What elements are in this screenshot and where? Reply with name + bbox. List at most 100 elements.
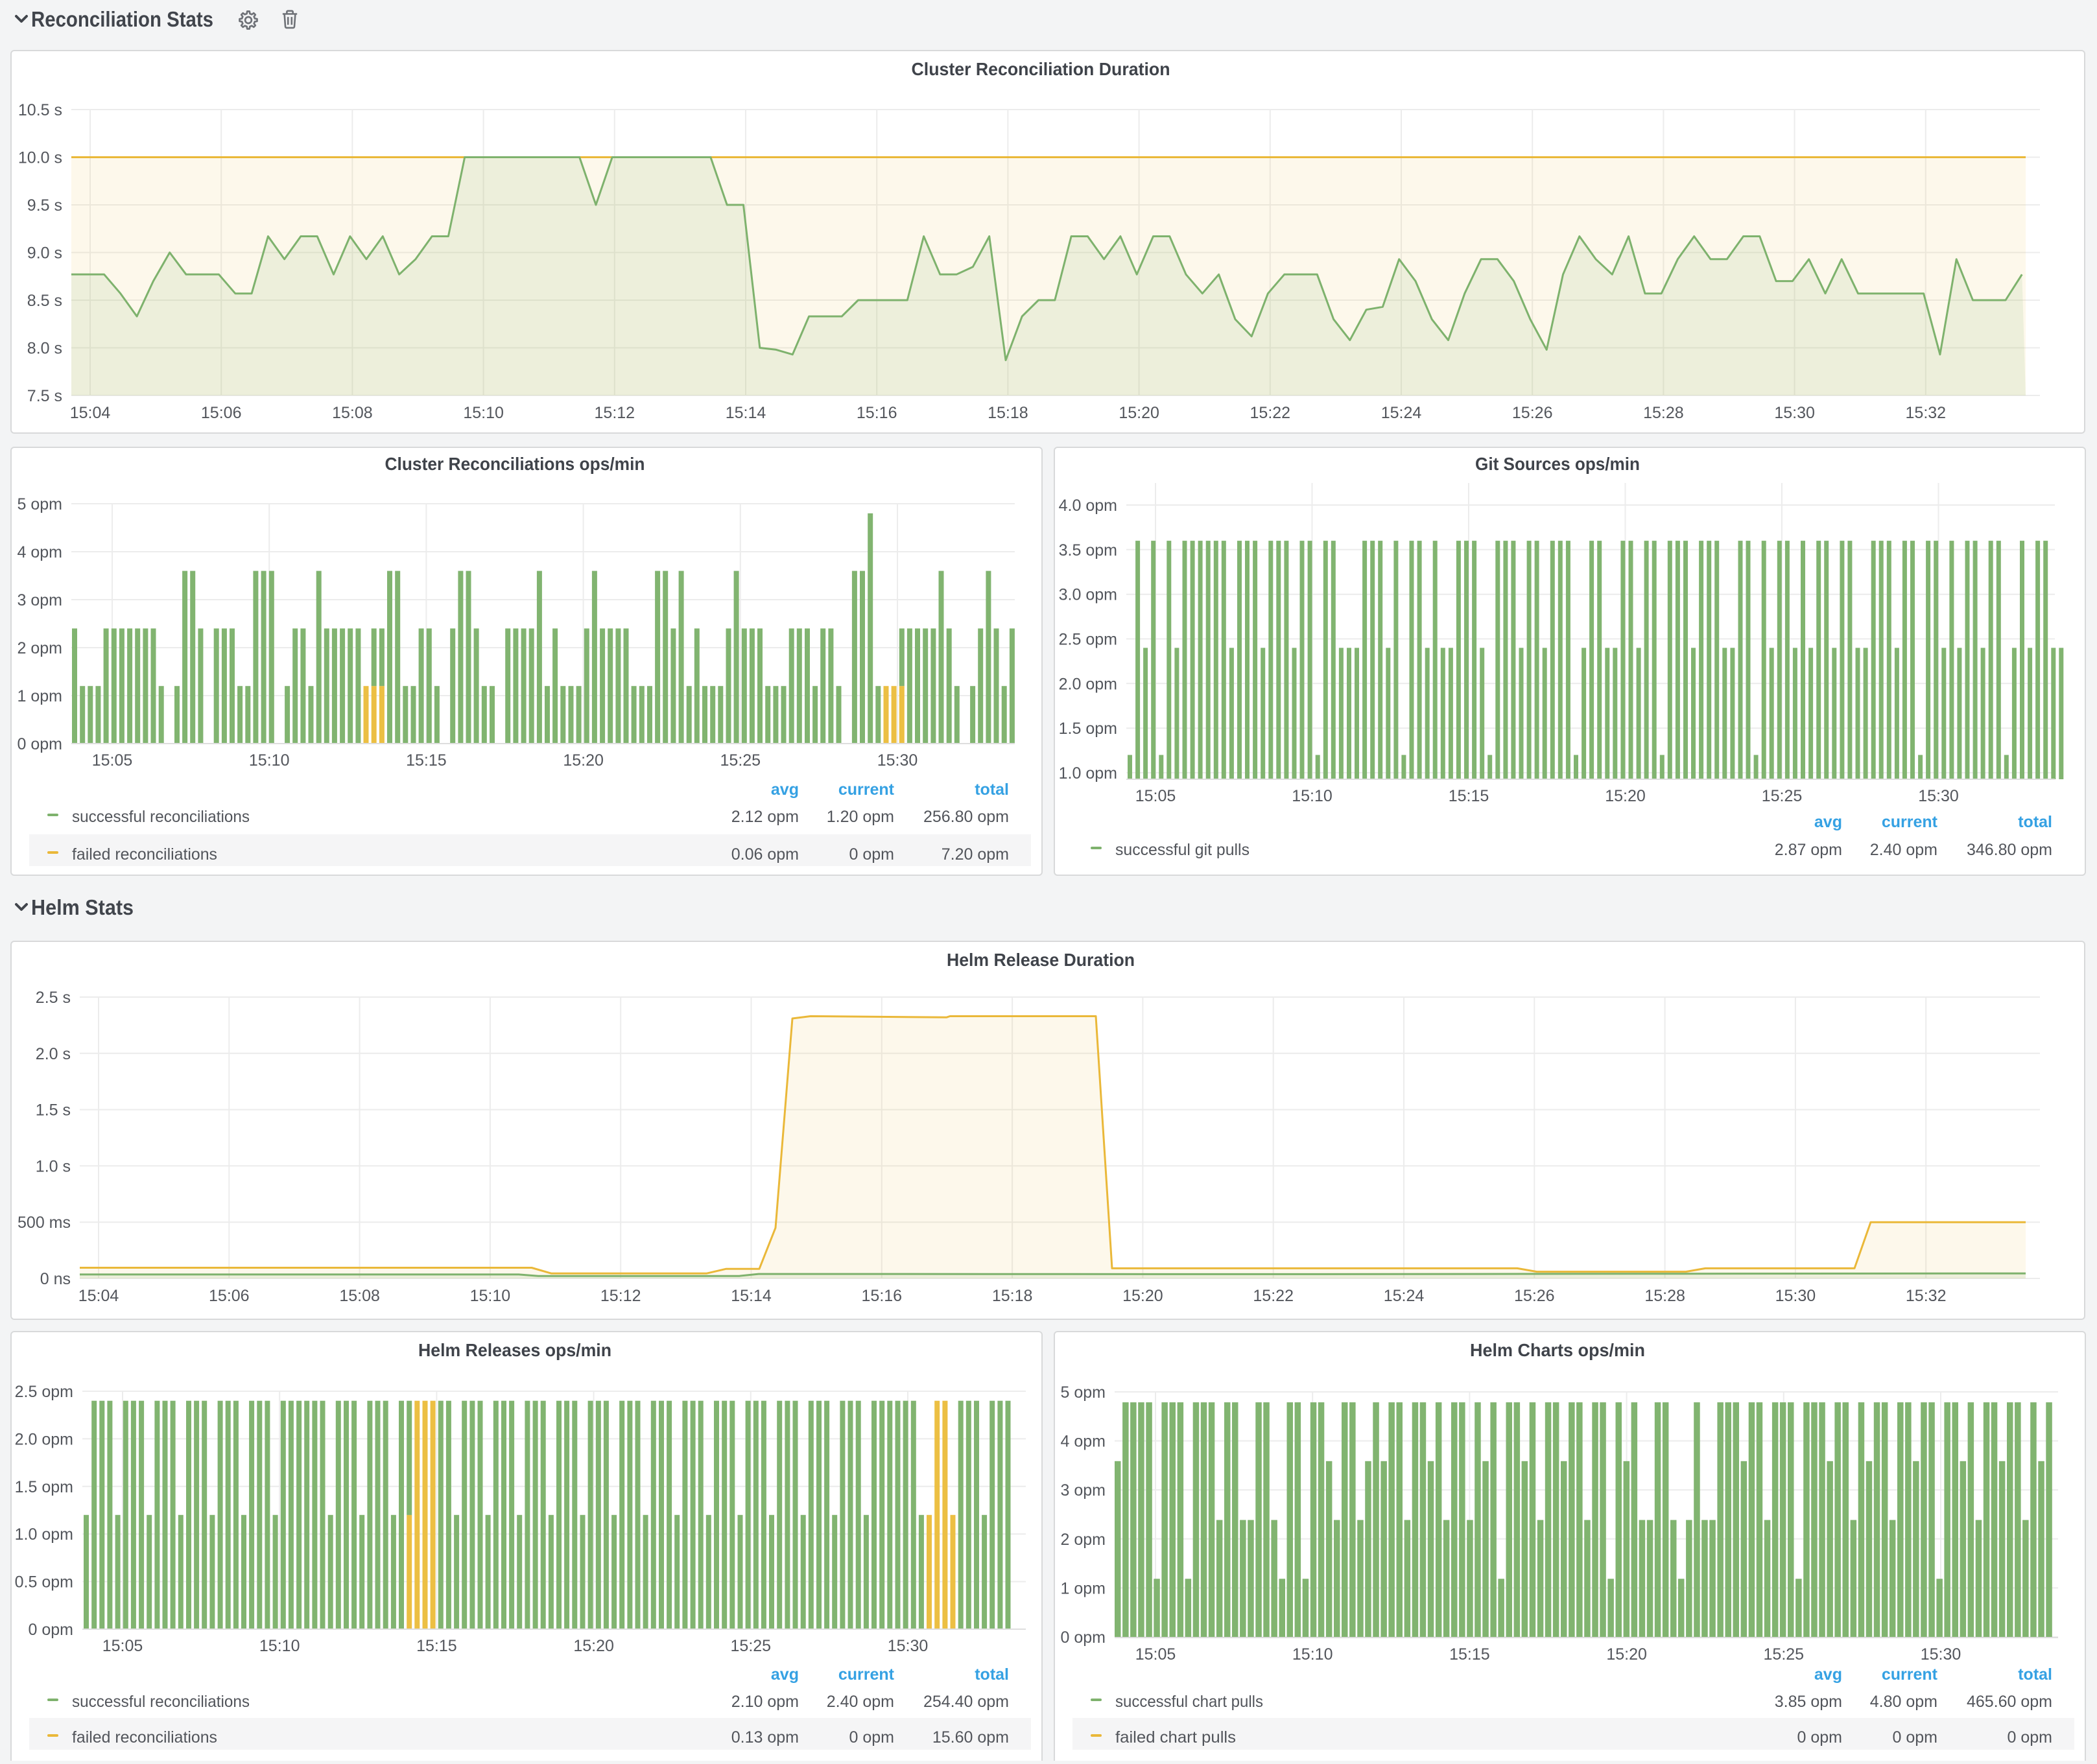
svg-text:15:14: 15:14 [731, 1287, 772, 1305]
svg-text:500 ms: 500 ms [18, 1214, 71, 1232]
svg-text:15:30: 15:30 [888, 1637, 929, 1655]
svg-text:total: total [2018, 813, 2052, 831]
svg-text:15:20: 15:20 [1606, 1645, 1647, 1664]
svg-text:15:12: 15:12 [595, 404, 635, 422]
svg-text:2.40 opm: 2.40 opm [1870, 841, 1937, 859]
svg-text:0 opm: 0 opm [849, 1728, 894, 1746]
svg-text:15:25: 15:25 [1762, 787, 1803, 805]
svg-text:15:32: 15:32 [1906, 404, 1947, 422]
svg-text:2 opm: 2 opm [1061, 1531, 1106, 1549]
svg-text:current: current [1882, 1665, 1938, 1684]
svg-text:15:14: 15:14 [726, 404, 766, 422]
svg-text:7.20 opm: 7.20 opm [942, 845, 1009, 864]
svg-text:2.5 s: 2.5 s [36, 989, 71, 1007]
svg-text:avg: avg [1814, 1665, 1842, 1684]
svg-text:15:28: 15:28 [1643, 404, 1684, 422]
svg-text:15:25: 15:25 [1764, 1645, 1805, 1664]
svg-text:15:30: 15:30 [1774, 404, 1815, 422]
svg-text:15:30: 15:30 [1921, 1645, 1961, 1664]
svg-text:15:08: 15:08 [332, 404, 373, 422]
svg-text:15:25: 15:25 [720, 751, 761, 770]
svg-text:avg: avg [1814, 813, 1842, 831]
svg-text:15:10: 15:10 [1292, 787, 1333, 805]
svg-text:5 opm: 5 opm [1061, 1383, 1106, 1402]
svg-text:15:15: 15:15 [406, 751, 447, 770]
svg-text:15:10: 15:10 [463, 404, 504, 422]
svg-text:0 opm: 0 opm [18, 735, 62, 753]
svg-text:0 opm: 0 opm [1061, 1629, 1106, 1647]
svg-text:avg: avg [771, 1665, 799, 1684]
svg-text:15:04: 15:04 [78, 1287, 119, 1305]
svg-text:15:16: 15:16 [862, 1287, 903, 1305]
svg-text:2.12 opm: 2.12 opm [731, 808, 799, 826]
svg-text:Helm Releases ops/min: Helm Releases ops/min [418, 1340, 611, 1360]
svg-text:0 opm: 0 opm [2008, 1728, 2052, 1746]
svg-text:346.80 opm: 346.80 opm [1967, 841, 2052, 859]
svg-text:15:20: 15:20 [1119, 404, 1159, 422]
svg-text:2.5 opm: 2.5 opm [15, 1383, 73, 1401]
svg-text:4 opm: 4 opm [1061, 1433, 1106, 1451]
svg-text:15:26: 15:26 [1514, 1287, 1555, 1305]
svg-text:successful chart pulls: successful chart pulls [1115, 1693, 1263, 1711]
svg-text:3.85 opm: 3.85 opm [1775, 1693, 1842, 1711]
svg-text:Helm Charts ops/min: Helm Charts ops/min [1470, 1340, 1645, 1360]
svg-text:total: total [2018, 1665, 2052, 1684]
svg-text:15:15: 15:15 [416, 1637, 457, 1655]
svg-text:Reconciliation Stats: Reconciliation Stats [31, 7, 213, 31]
svg-text:15:05: 15:05 [1135, 1645, 1176, 1664]
svg-text:0 opm: 0 opm [1893, 1728, 1937, 1746]
svg-text:0 opm: 0 opm [1797, 1728, 1842, 1746]
svg-text:1.5 s: 1.5 s [36, 1101, 71, 1120]
svg-text:Helm Stats: Helm Stats [31, 895, 134, 919]
svg-text:15:06: 15:06 [209, 1287, 250, 1305]
svg-text:2.40 opm: 2.40 opm [827, 1693, 894, 1711]
svg-text:2.0 opm: 2.0 opm [1059, 675, 1117, 693]
svg-text:15:24: 15:24 [1381, 404, 1422, 422]
svg-text:successful reconciliations: successful reconciliations [72, 808, 250, 826]
svg-text:3.0 opm: 3.0 opm [1059, 586, 1117, 604]
svg-text:3 opm: 3 opm [18, 591, 62, 609]
svg-text:2 opm: 2 opm [18, 639, 62, 657]
svg-text:15:20: 15:20 [573, 1637, 614, 1655]
svg-text:15:12: 15:12 [600, 1287, 641, 1305]
svg-text:3 opm: 3 opm [1061, 1481, 1106, 1499]
svg-text:15:18: 15:18 [992, 1287, 1033, 1305]
svg-text:5 opm: 5 opm [18, 495, 62, 513]
svg-text:0 ns: 0 ns [40, 1270, 71, 1288]
svg-text:failed chart pulls: failed chart pulls [1115, 1728, 1236, 1746]
svg-text:total: total [975, 1665, 1009, 1684]
svg-text:15.60 opm: 15.60 opm [932, 1728, 1009, 1746]
svg-text:15:16: 15:16 [857, 404, 897, 422]
svg-text:15:20: 15:20 [563, 751, 604, 770]
svg-text:15:20: 15:20 [1605, 787, 1646, 805]
svg-text:0 opm: 0 opm [29, 1621, 73, 1639]
svg-text:10.0 s: 10.0 s [18, 149, 62, 167]
svg-text:15:05: 15:05 [92, 751, 133, 770]
svg-text:15:10: 15:10 [249, 751, 290, 770]
svg-text:4 opm: 4 opm [18, 543, 62, 561]
svg-text:15:05: 15:05 [1135, 787, 1176, 805]
svg-text:0.5 opm: 0.5 opm [15, 1573, 73, 1592]
svg-text:9.0 s: 9.0 s [27, 244, 62, 263]
svg-text:1.5 opm: 1.5 opm [1059, 720, 1117, 738]
svg-text:15:20: 15:20 [1122, 1287, 1163, 1305]
svg-text:465.60 opm: 465.60 opm [1967, 1693, 2052, 1711]
svg-text:1.0 s: 1.0 s [36, 1157, 71, 1175]
svg-text:1 opm: 1 opm [1061, 1579, 1106, 1597]
svg-text:current: current [1882, 813, 1938, 831]
svg-text:15:25: 15:25 [731, 1637, 772, 1655]
svg-text:2.5 opm: 2.5 opm [1059, 630, 1117, 648]
svg-text:4.0 opm: 4.0 opm [1059, 497, 1117, 515]
svg-text:1.20 opm: 1.20 opm [827, 808, 894, 826]
svg-text:1 opm: 1 opm [18, 687, 62, 705]
svg-text:15:28: 15:28 [1644, 1287, 1685, 1305]
svg-text:15:15: 15:15 [1449, 787, 1489, 805]
svg-text:15:22: 15:22 [1250, 404, 1291, 422]
svg-text:15:32: 15:32 [1906, 1287, 1947, 1305]
svg-text:15:26: 15:26 [1512, 404, 1553, 422]
svg-text:0.06 opm: 0.06 opm [731, 845, 799, 864]
svg-text:9.5 s: 9.5 s [27, 196, 62, 215]
svg-text:2.0 s: 2.0 s [36, 1045, 71, 1063]
svg-text:2.87 opm: 2.87 opm [1775, 841, 1842, 859]
svg-text:15:06: 15:06 [201, 404, 242, 422]
